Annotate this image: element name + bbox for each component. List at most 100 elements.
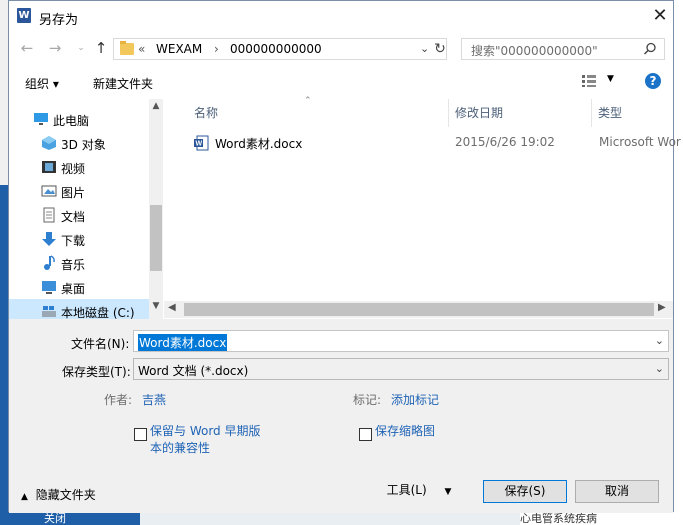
scroll-up-icon[interactable]: ▲ [149,101,163,111]
filetype-value: Word 文档 (*.docx) [138,364,249,378]
tools-label: 工具(L) [386,483,427,497]
hide-folders-label: 隐藏文件夹 [35,488,96,502]
music-icon [44,255,55,270]
file-list-horizontal-scrollbar[interactable]: ◀ ▶ [164,301,673,318]
search-box[interactable]: 搜索"000000000000" [461,38,665,60]
scroll-right-icon[interactable]: ▶ [658,302,666,313]
sidebar-item-label: 图片 [61,186,86,200]
sort-ascending-icon: ⌃ [304,96,312,106]
navigation-bar: ← → ⌄ ↑ « WEXAM › 000000000000 ⌄ ↻ 搜索"00… [9,32,673,64]
sidebar-item-label: 3D 对象 [61,138,106,152]
tags-label: 标记: [353,393,382,407]
tools-button[interactable]: 工具(L) ▼ [383,480,455,503]
word-icon: W [17,8,31,23]
sidebar-item-label: 视频 [61,162,86,176]
sidebar-item-label: 文档 [61,210,86,224]
save-as-dialog: W 另存为 ✕ ← → ⌄ ↑ « WEXAM › 000000000000 ⌄… [8,0,681,513]
filetype-dropdown-icon[interactable]: ⌄ [655,362,664,375]
sidebar-item-desktop[interactable]: 桌面 [9,275,149,299]
view-options-icon[interactable] [581,74,597,88]
sidebar-item-downloads[interactable]: 下载 [9,227,149,251]
compatibility-label-line2: 本的兼容性 [150,441,211,455]
background-left-blue [0,185,8,525]
sidebar-item-this-pc[interactable]: 此电脑 [9,107,149,131]
forward-arrow-icon[interactable]: → [45,38,65,58]
background-right [674,0,683,525]
close-icon[interactable]: ✕ [649,5,671,27]
video-icon [42,161,56,173]
background-bottom-right: 心电管系统疾病 [520,512,674,525]
search-icon [643,42,656,55]
filename-field[interactable]: Word素材.docx ⌄ [133,330,669,352]
help-icon[interactable]: ? [645,73,661,89]
up-arrow-icon[interactable]: ↑ [91,38,111,58]
sidebar-item-videos[interactable]: 视频 [9,155,149,179]
author-field[interactable]: 吉燕 [142,391,166,408]
file-modified: 2015/6/26 19:02 [455,135,555,149]
address-separator[interactable]: › [214,42,219,56]
filename-label: 文件名(N): [71,337,130,351]
sidebar-item-label: 此电脑 [53,114,90,128]
save-thumbnail-label[interactable]: 保存缩略图 [375,423,435,440]
filename-dropdown-icon[interactable]: ⌄ [655,334,664,347]
scroll-down-icon[interactable]: ▼ [149,301,163,311]
file-type: Microsoft Wor [599,135,681,149]
scroll-left-icon[interactable]: ◀ [168,302,176,313]
compatibility-label-line1: 保留与 Word 早期版 [150,424,261,438]
file-name[interactable]: Word素材.docx [215,135,302,152]
sidebar-item-documents[interactable]: 文档 [9,203,149,227]
download-icon [42,232,56,246]
save-button[interactable]: 保存(S) [483,480,567,503]
refresh-icon[interactable]: ↻ [430,39,450,59]
cancel-button[interactable]: 取消 [575,480,659,503]
folder-icon [120,41,134,55]
hide-folders-toggle[interactable]: ▲ 隐藏文件夹 [21,486,96,503]
tools-dropdown-icon: ▼ [444,487,452,497]
column-header-type[interactable]: 类型 [598,99,622,127]
filetype-label: 保存类型(T): [62,365,131,379]
compatibility-checkbox[interactable] [134,428,147,441]
file-row[interactable]: W Word素材.docx 2015/6/26 19:02 Microsoft … [186,133,681,153]
scrollbar-thumb[interactable] [184,303,654,316]
sidebar-item-3d-objects[interactable]: 3D 对象 [9,131,149,155]
svg-text:W: W [196,141,203,148]
documents-icon [43,207,55,223]
command-bar: 组织 ▾ 新建文件夹 ▼ ? [9,64,673,99]
filename-input[interactable]: Word素材.docx [138,334,228,351]
address-segment-wexam[interactable]: WEXAM [156,42,202,56]
author-label: 作者: [104,393,133,407]
column-header-modified[interactable]: 修改日期 [455,99,503,127]
drive-icon [42,306,56,317]
column-header-name[interactable]: 名称 [194,99,218,127]
back-arrow-icon[interactable]: ← [17,38,37,58]
window-title: 另存为 [39,13,79,28]
recent-locations-chevron-icon[interactable]: ⌄ [71,38,91,58]
sidebar-item-pictures[interactable]: 图片 [9,179,149,203]
collapse-chevron-icon: ▲ [21,492,28,502]
column-divider[interactable] [591,99,592,127]
3d-objects-icon [42,136,56,150]
sidebar-item-label: 下载 [61,234,86,248]
filetype-select[interactable]: Word 文档 (*.docx) ⌄ [133,358,669,380]
address-dropdown-icon[interactable]: ⌄ [420,42,429,55]
title-bar: W 另存为 ✕ [9,1,673,32]
tags-field[interactable]: 添加标记 [391,391,439,408]
column-divider[interactable] [448,99,449,127]
compatibility-label[interactable]: 保留与 Word 早期版 本的兼容性 [150,423,260,457]
search-input[interactable]: 搜索"000000000000" [471,42,598,59]
file-list: ⌃ 名称 修改日期 类型 W Word素材.docx 2015/6/26 19:… [164,96,681,319]
background-bottom-right-text: 心电管系统疾病 [520,512,597,525]
save-options-panel: 文件名(N): Word素材.docx ⌄ 保存类型(T): Word 文档 (… [9,319,673,513]
scrollbar-thumb[interactable] [150,205,162,271]
address-segment-folder[interactable]: 000000000000 [230,42,322,56]
navigation-pane: 此电脑 3D 对象 视频 图片 文档 下载 音乐 桌面 本地磁盘 (C:) ▲ … [9,99,163,323]
address-bar[interactable]: « WEXAM › 000000000000 ⌄ [113,38,447,60]
view-dropdown-icon[interactable]: ▼ [607,74,614,84]
new-folder-button[interactable]: 新建文件夹 [93,75,153,92]
address-overflow[interactable]: « [138,42,145,56]
save-thumbnail-checkbox[interactable] [359,428,372,441]
sidebar-item-label: 音乐 [61,258,86,272]
sidebar-item-music[interactable]: 音乐 [9,251,149,275]
organize-button[interactable]: 组织 ▾ [25,75,59,92]
sidebar-scrollbar[interactable]: ▲ ▼ [149,99,163,319]
